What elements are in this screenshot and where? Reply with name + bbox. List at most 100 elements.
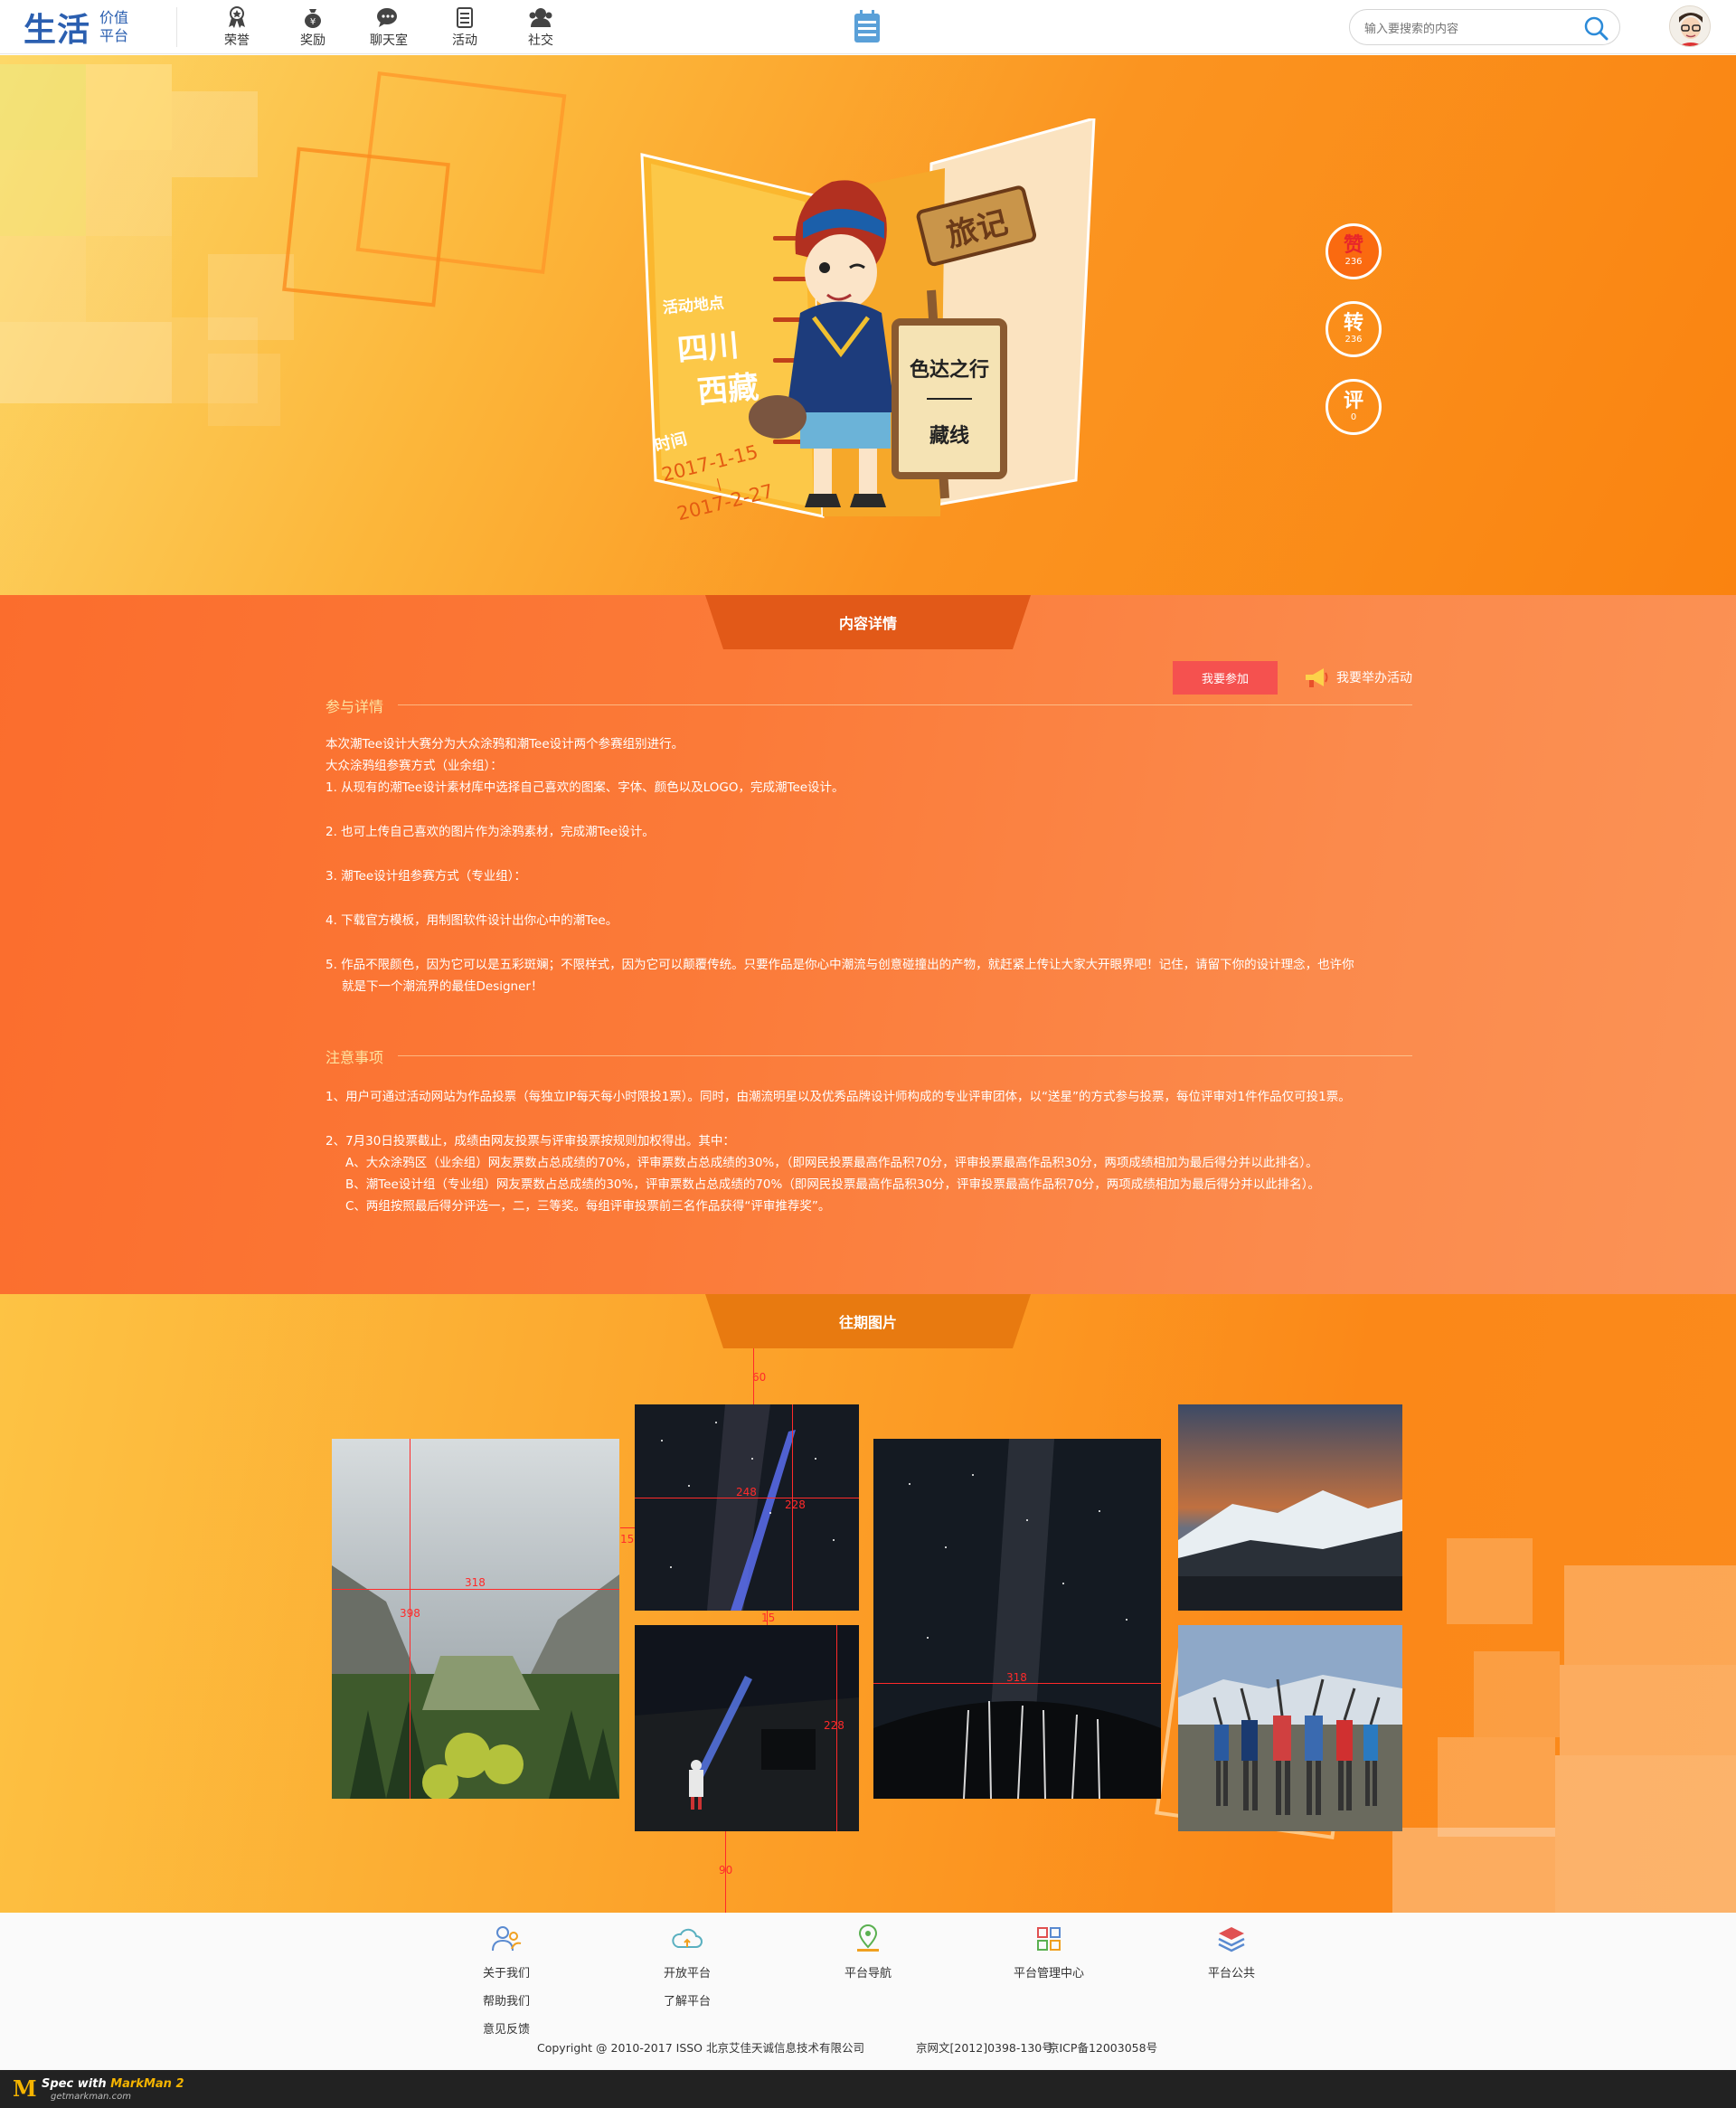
avatar-illustration [1670,6,1710,46]
grid-icon [1037,1927,1061,1951]
content-detail-tab[interactable]: 内容详情 [705,595,1031,649]
gallery-photo[interactable] [873,1439,1161,1799]
top-header: 生活 价值 平台 荣誉 ¥ 奖励 聊天室 活动 社交 [0,0,1736,54]
notes-paragraph: C、两组按照最后得分评选一，二，三等奖。每组评审投票前三名作品获得“评审推荐奖”… [345,1199,831,1214]
footer-link-learn-platform[interactable]: 了解平台 [664,1995,711,2009]
decor-square [86,236,172,322]
logo-main-text: 生活 [24,11,91,49]
detail-paragraph: 本次潮Tee设计大赛分为大众涂鸦和潮Tee设计两个参赛组别进行。 [326,737,684,752]
hero-banner: 活动地点 四川 西藏 时间 2017-1-15 | 2017-2-27 旅记 色… [0,55,1736,595]
markman-text: Spec with MarkMan 2 [42,2077,184,2091]
detail-paragraph: 3. 潮Tee设计组参赛方式（专业组）： [326,869,526,884]
footer-column-admin: 平台管理中心 [1011,1924,1087,1981]
markman-brand: MarkMan 2 [110,2077,184,2091]
valley-photo [332,1439,619,1799]
measure-line [332,1589,619,1590]
measure-label: 318 [1006,1671,1027,1684]
like-count: 236 [1344,257,1363,267]
measure-label: 15 [761,1612,776,1624]
join-button[interactable]: 我要参加 [1173,661,1278,695]
decor-square [0,64,86,150]
comment-count: 0 [1350,412,1357,422]
night-sky-photo [635,1404,859,1611]
share-count: 236 [1344,335,1363,345]
content-detail-tab-label: 内容详情 [838,615,897,632]
markman-bar: M Spec with MarkMan 2 getmarkman.com [0,2070,1736,2108]
footer-column-nav: 平台导航 [839,1924,897,1981]
footer-link-help[interactable]: 帮助我们 [483,1995,530,2009]
milky-way-photo [873,1439,1161,1799]
nav-item-activity[interactable]: 活动 [427,5,503,51]
measure-label: 248 [736,1486,757,1498]
comment-button[interactable]: 评 0 [1326,379,1382,435]
detail-paragraph: 1. 从现有的潮Tee设计素材库中选择自己喜欢的图案、字体、颜色以及LOGO，完… [326,780,844,795]
decor-square [172,91,258,177]
hero-route-2: 藏线 [929,424,969,448]
nav-item-reward[interactable]: ¥ 奖励 [275,5,351,51]
decor-square [1560,1665,1736,1755]
markman-logo-icon: M [13,2075,37,2102]
search-input[interactable] [1364,18,1581,38]
footer-link-public[interactable]: 平台公共 [1208,1967,1255,1981]
gallery-photo[interactable] [1178,1625,1402,1831]
decor-square [1392,1828,1555,1913]
measure-label: 90 [719,1864,733,1876]
decor-square [1474,1651,1560,1737]
gallery-photo[interactable] [332,1439,619,1799]
footer-column-open: 开放平台 了解平台 [660,1924,714,2009]
medal-icon [229,6,245,28]
share-glyph: 转 [1343,312,1363,335]
decor-square [1447,1538,1533,1624]
nav-item-honor[interactable]: 荣誉 [199,5,275,51]
past-photos-tab[interactable]: 往期图片 [705,1294,1031,1348]
share-button[interactable]: 转 236 [1326,301,1382,357]
footer-link-about[interactable]: 关于我们 [483,1967,530,1981]
decor-square [208,354,280,426]
calendar-icon[interactable] [852,8,882,44]
host-activity-label: 我要举办活动 [1336,671,1412,685]
decor-square [86,150,172,236]
section-divider [398,704,1412,705]
user-avatar[interactable] [1669,5,1711,47]
logo-sub-line1: 价值 [99,9,129,26]
footer-link-navigation[interactable]: 平台导航 [844,1967,892,1981]
measure-label: 398 [400,1607,420,1620]
measure-line [620,1527,635,1528]
site-logo[interactable]: 生活 价值 平台 [24,7,177,49]
nav-label: 聊天室 [370,33,408,48]
nav-item-social[interactable]: 社交 [503,5,579,51]
detail-paragraph: 4. 下载官方模板，用制图软件设计出你心中的潮Tee。 [326,913,618,928]
gallery-photo[interactable] [1178,1404,1402,1611]
nav-item-chatroom[interactable]: 聊天室 [351,5,427,51]
calendar-list-icon [457,7,473,28]
content-detail-section: 内容详情 我要参加 我要举办活动 参与详情 本次潮Tee设计大赛分为大众涂鸦和潮… [0,595,1736,1294]
measure-label: 318 [465,1576,486,1589]
copyright-text: Copyright @ 2010-2017 ISSO 北京艾佳天诚信息技术有限公… [537,2041,865,2055]
detail-paragraph: 就是下一个潮流界的最佳Designer！ [342,979,543,994]
hero-location-2: 西藏 [696,369,760,411]
license-text-2: 京ICP备12003058号 [1048,2041,1158,2055]
footer-link-open-platform[interactable]: 开放平台 [664,1967,711,1981]
hero-location-1: 四川 [675,327,740,369]
logo-sub-line2: 平台 [99,27,129,44]
like-glyph: 赞 [1343,234,1363,257]
map-pin-icon [857,1924,879,1952]
cloud-icon [672,1928,703,1948]
section-title-notes: 注意事项 [326,1049,384,1066]
like-button[interactable]: 赞 236 [1326,223,1382,279]
footer-link-feedback[interactable]: 意见反馈 [483,2023,530,2037]
nav-label: 活动 [452,33,477,48]
people-icon [529,8,552,27]
decor-square [1555,1755,1736,1913]
notes-paragraph: B、潮Tee设计组（专业组）网友票数占总成绩的30%，评审票数占总成绩的70%（… [345,1177,1320,1192]
host-activity-link[interactable]: 我要举办活动 [1302,666,1412,689]
search-icon[interactable] [1583,15,1609,41]
section-divider [398,1055,1412,1056]
main-nav: 荣誉 ¥ 奖励 聊天室 活动 社交 [199,5,579,51]
gallery-photo[interactable] [635,1404,859,1611]
svg-text:¥: ¥ [310,17,316,27]
footer-link-admin-center[interactable]: 平台管理中心 [1014,1967,1084,1981]
section-title-participation: 参与详情 [326,698,384,715]
users-icon [492,1926,522,1952]
money-bag-icon: ¥ [305,9,321,28]
